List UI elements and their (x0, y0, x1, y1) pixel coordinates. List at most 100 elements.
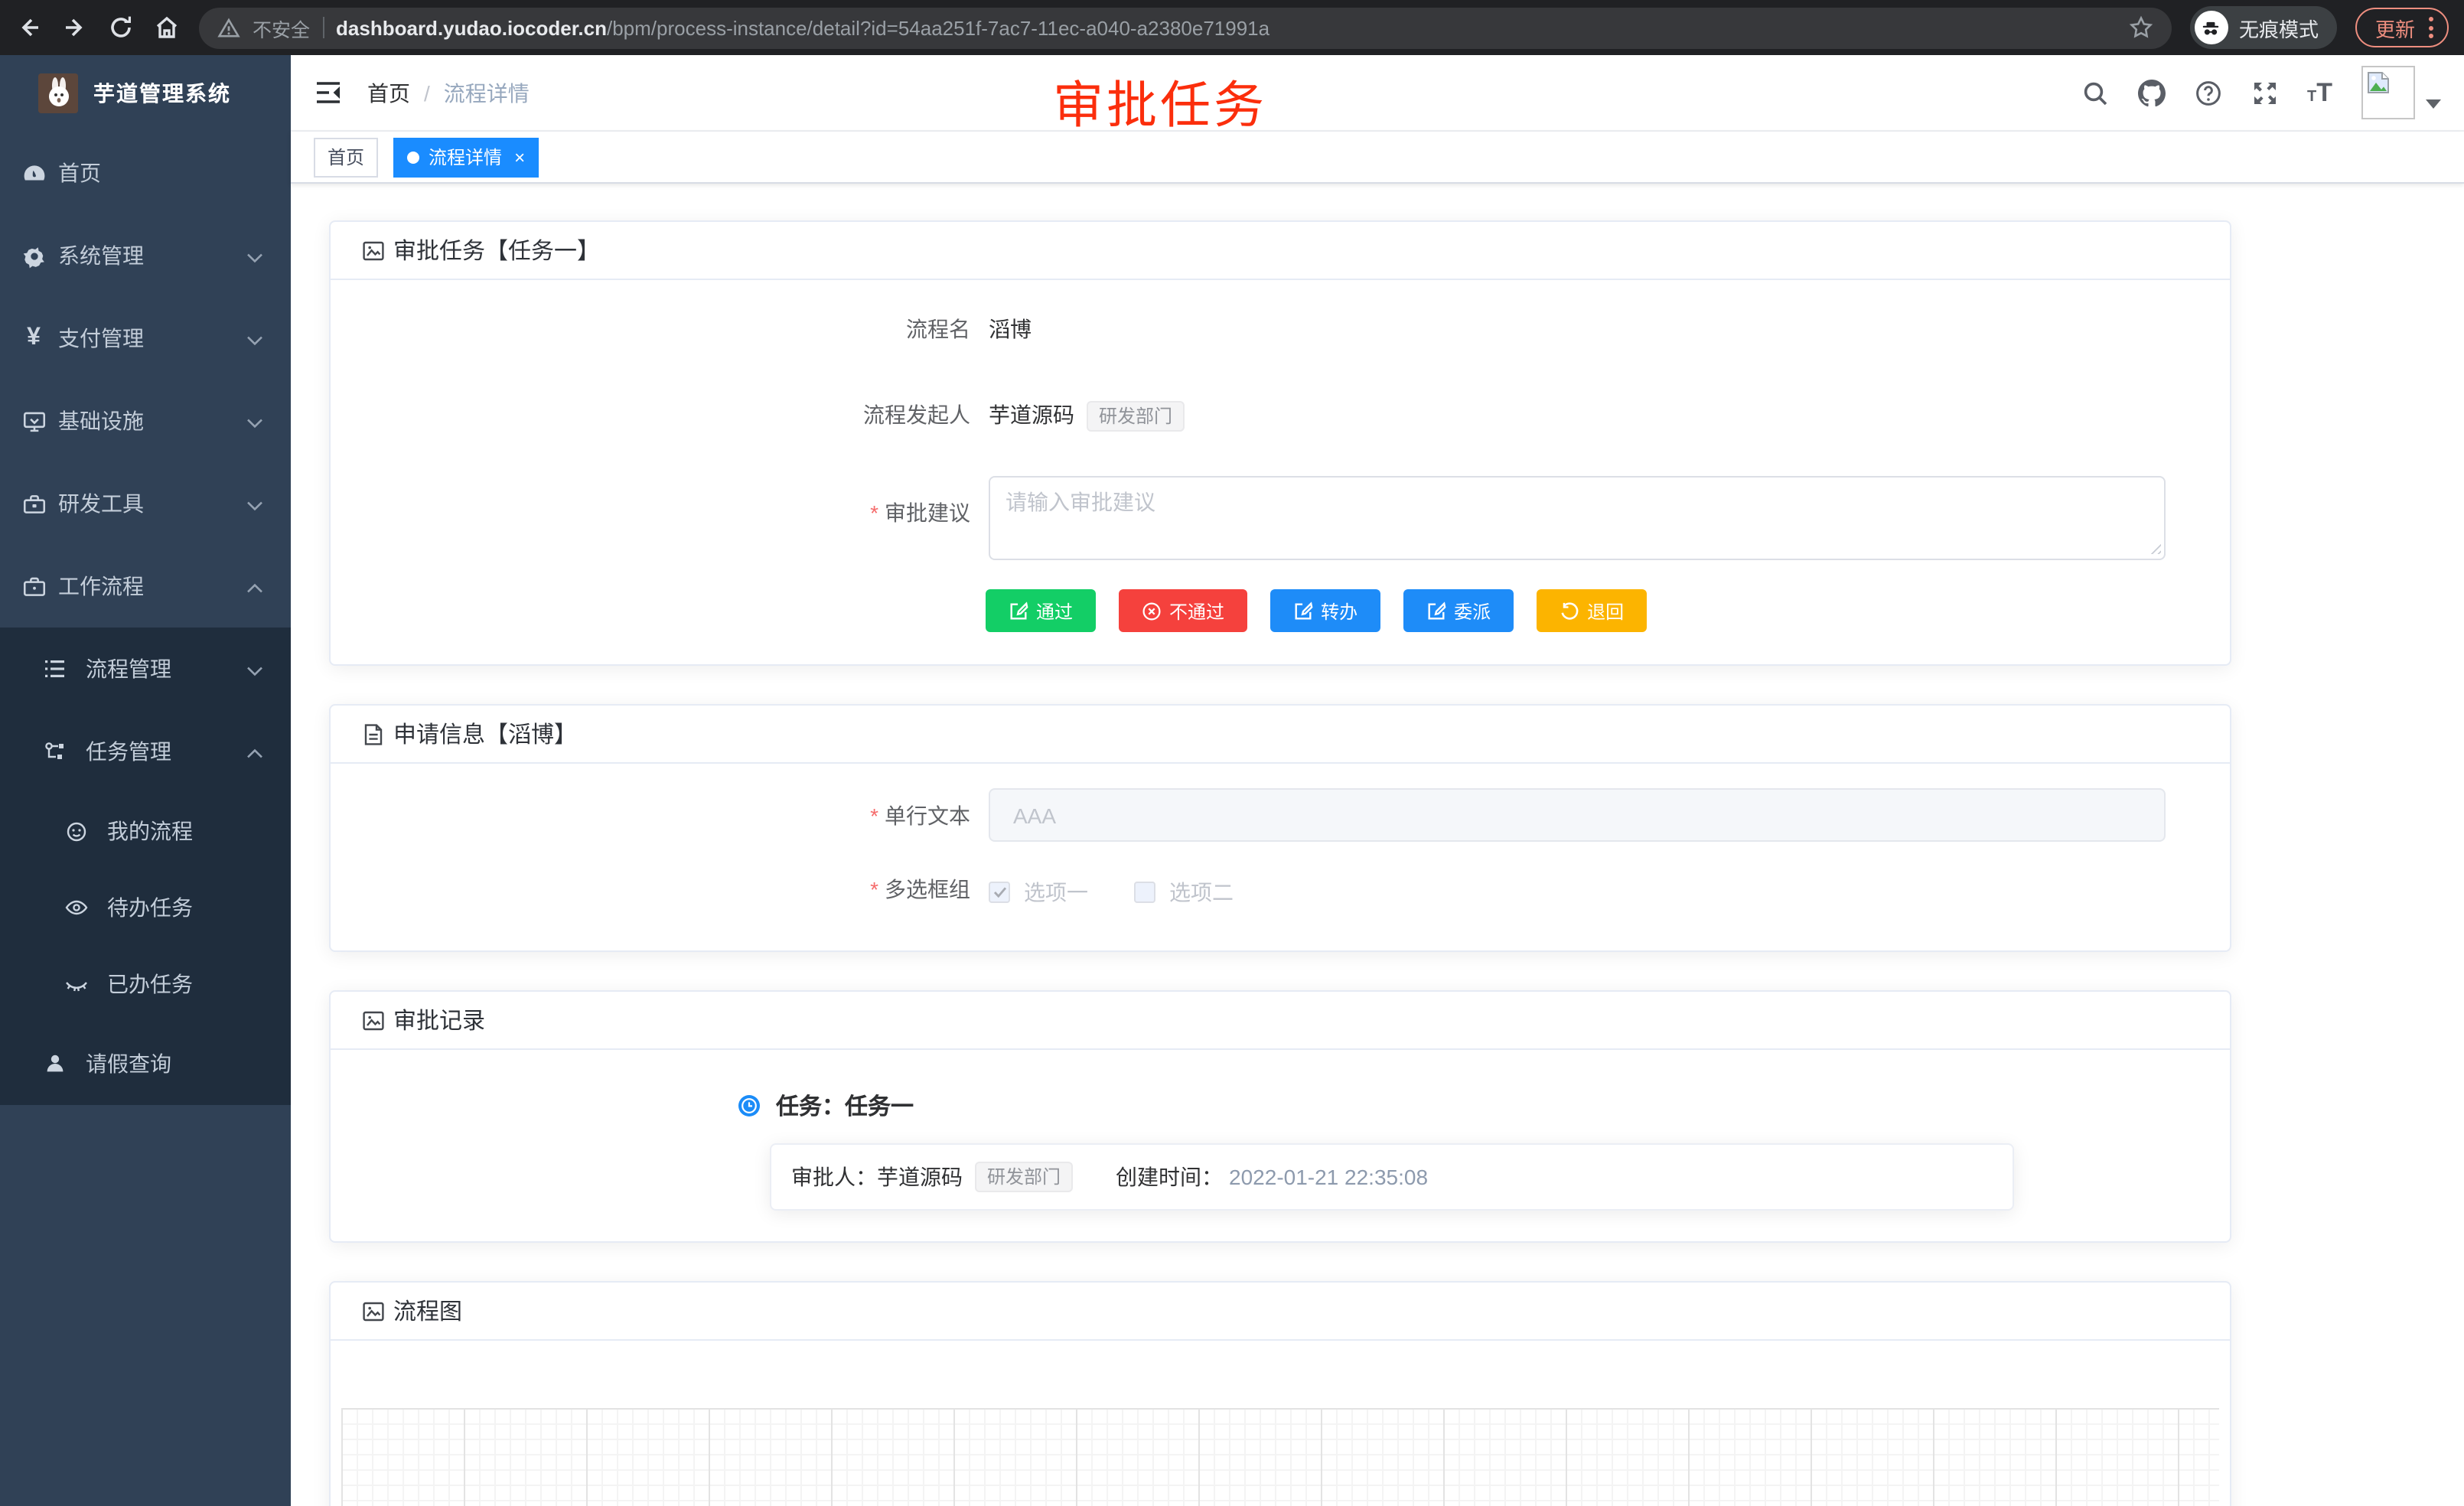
single-line-text-input[interactable] (989, 789, 2166, 843)
navbar-actions: TT (2081, 66, 2441, 119)
breadcrumb-home[interactable]: 首页 (367, 77, 410, 108)
search-icon[interactable] (2081, 79, 2108, 106)
top-navbar: 首页 / 流程详情 TT (291, 55, 2464, 132)
sidebar-item-task-management[interactable]: 任务管理 (0, 710, 291, 793)
reload-icon[interactable] (107, 14, 135, 41)
url-path: /bpm/process-instance/detail?id=54aa251f… (607, 16, 1269, 39)
approve-task-card: 审批任务【任务一】 流程名 滔博 流程发起人 芋道源码研发部门 审批建议 (329, 220, 2231, 667)
forward-icon[interactable] (61, 14, 89, 41)
sidebar-item-home[interactable]: 首页 (0, 132, 291, 214)
apply-info-card: 申请信息【滔博】 单行文本 多选框组 选项一 (329, 705, 2231, 953)
sidebar-item-label: 待办任务 (107, 892, 193, 923)
sidebar-item-dev-tools[interactable]: 研发工具 (0, 462, 291, 545)
help-icon[interactable] (2194, 79, 2221, 106)
sidebar-item-label: 请假查询 (86, 1048, 171, 1079)
omnibox-divider (322, 17, 324, 38)
incognito-icon (2195, 11, 2228, 44)
edit-icon (1293, 601, 1313, 621)
records-card-header: 审批记录 (331, 993, 2230, 1051)
sidebar-item-my-process[interactable]: 我的流程 (0, 793, 291, 869)
sidebar-item-workflow[interactable]: 工作流程 (0, 545, 291, 628)
sidebar-item-label: 已办任务 (107, 969, 193, 999)
picture-icon (361, 1009, 386, 1033)
sidebar-item-label: 基础设施 (58, 406, 144, 436)
app-logo[interactable]: 芋道管理系统 (0, 55, 291, 132)
browser-update-button[interactable]: 更新 (2355, 8, 2449, 47)
reject-button[interactable]: 不通过 (1119, 590, 1247, 633)
back-icon[interactable] (15, 14, 43, 41)
sidebar-item-todo-tasks[interactable]: 待办任务 (0, 869, 291, 946)
workflow-submenu: 流程管理 任务管理 我的流程 待办任务 已办 (0, 628, 291, 1105)
tag-process-detail[interactable]: 流程详情 × (393, 137, 539, 177)
approve-actions: 通过 不通过 转办 委 (986, 590, 2199, 633)
browser-menu-icon[interactable] (2429, 17, 2433, 38)
incognito-label: 无痕模式 (2239, 13, 2319, 42)
fullscreen-icon[interactable] (2251, 79, 2278, 106)
sidebar-item-label: 系统管理 (58, 240, 144, 271)
page-content: 审批任务【任务一】 流程名 滔博 流程发起人 芋道源码研发部门 审批建议 (291, 184, 2464, 1506)
tag-close-icon[interactable]: × (514, 146, 525, 168)
security-label: 不安全 (253, 13, 310, 42)
sidebar-item-label: 支付管理 (58, 323, 144, 354)
user-icon (43, 1051, 67, 1076)
sidebar-item-label: 首页 (58, 158, 101, 188)
bookmark-star-icon[interactable] (2129, 15, 2153, 40)
edit-icon (1426, 601, 1446, 621)
sidebar-item-leave-query[interactable]: 请假查询 (0, 1022, 291, 1105)
initiator-label: 流程发起人 (361, 399, 989, 430)
bpmn-diagram-canvas[interactable] (341, 1409, 2219, 1506)
tag-home[interactable]: 首页 (314, 137, 378, 177)
checkbox-option-2[interactable]: 选项二 (1134, 878, 1234, 908)
transfer-button[interactable]: 转办 (1270, 590, 1380, 633)
update-label: 更新 (2375, 13, 2415, 42)
sidebar-item-process-management[interactable]: 流程管理 (0, 628, 291, 710)
dept-tag: 研发部门 (975, 1162, 1073, 1193)
flow-diagram-card: 流程图 (329, 1282, 2231, 1506)
process-name-label: 流程名 (361, 314, 989, 344)
address-bar[interactable]: 不安全 dashboard.yudao.iocoder.cn/bpm/proce… (199, 7, 2172, 48)
approver-name: 芋道源码 (877, 1162, 963, 1193)
chevron-down-icon (246, 657, 263, 681)
sidebar-item-label: 工作流程 (58, 571, 144, 601)
card-title: 审批记录 (393, 1005, 485, 1037)
task-title: 任务：任务一 (776, 1090, 914, 1123)
refresh-left-icon (1560, 601, 1579, 621)
chevron-down-icon (246, 409, 263, 433)
github-icon[interactable] (2137, 79, 2165, 106)
user-avatar-menu[interactable] (2361, 66, 2441, 119)
chevron-down-icon (246, 243, 263, 268)
opinion-textarea[interactable] (989, 477, 2166, 561)
chevron-up-icon (246, 574, 263, 598)
sidebar-item-infrastructure[interactable]: 基础设施 (0, 380, 291, 462)
sidebar-toggle-icon[interactable] (314, 78, 343, 107)
card-title: 流程图 (393, 1296, 462, 1328)
home-icon[interactable] (153, 14, 181, 41)
app-title: 芋道管理系统 (93, 78, 231, 109)
diagram-card-header: 流程图 (331, 1283, 2230, 1341)
sidebar-item-payment[interactable]: ¥ 支付管理 (0, 297, 291, 380)
sidebar-item-done-tasks[interactable]: 已办任务 (0, 946, 291, 1022)
return-button[interactable]: 退回 (1537, 590, 1647, 633)
breadcrumb: 首页 / 流程详情 (367, 77, 530, 108)
create-time-label: 创建时间： (1116, 1162, 1223, 1193)
chevron-up-icon (246, 739, 263, 764)
gear-icon (20, 243, 47, 269)
process-name-value: 滔博 (989, 314, 1032, 344)
sidebar-item-system[interactable]: 系统管理 (0, 214, 291, 297)
breadcrumb-current: 流程详情 (444, 77, 530, 108)
checkbox-option-1[interactable]: 选项一 (989, 878, 1088, 908)
approve-button[interactable]: 通过 (986, 590, 1096, 633)
delegate-button[interactable]: 委派 (1403, 590, 1514, 633)
timeline-item: 任务：任务一 (738, 1090, 2199, 1123)
browser-toolbar: 不安全 dashboard.yudao.iocoder.cn/bpm/proce… (0, 0, 2464, 55)
url-domain: dashboard.yudao.iocoder.cn (336, 16, 607, 39)
initiator-value: 芋道源码研发部门 (989, 399, 1185, 432)
sidebar-item-label: 任务管理 (86, 736, 171, 767)
card-title: 申请信息【滔博】 (393, 719, 577, 751)
dashboard-icon (20, 160, 47, 186)
monitor-icon (20, 408, 47, 434)
edit-icon (1009, 601, 1028, 621)
font-size-icon[interactable]: TT (2307, 80, 2332, 106)
list-icon (43, 657, 67, 681)
picture-icon (361, 238, 386, 262)
